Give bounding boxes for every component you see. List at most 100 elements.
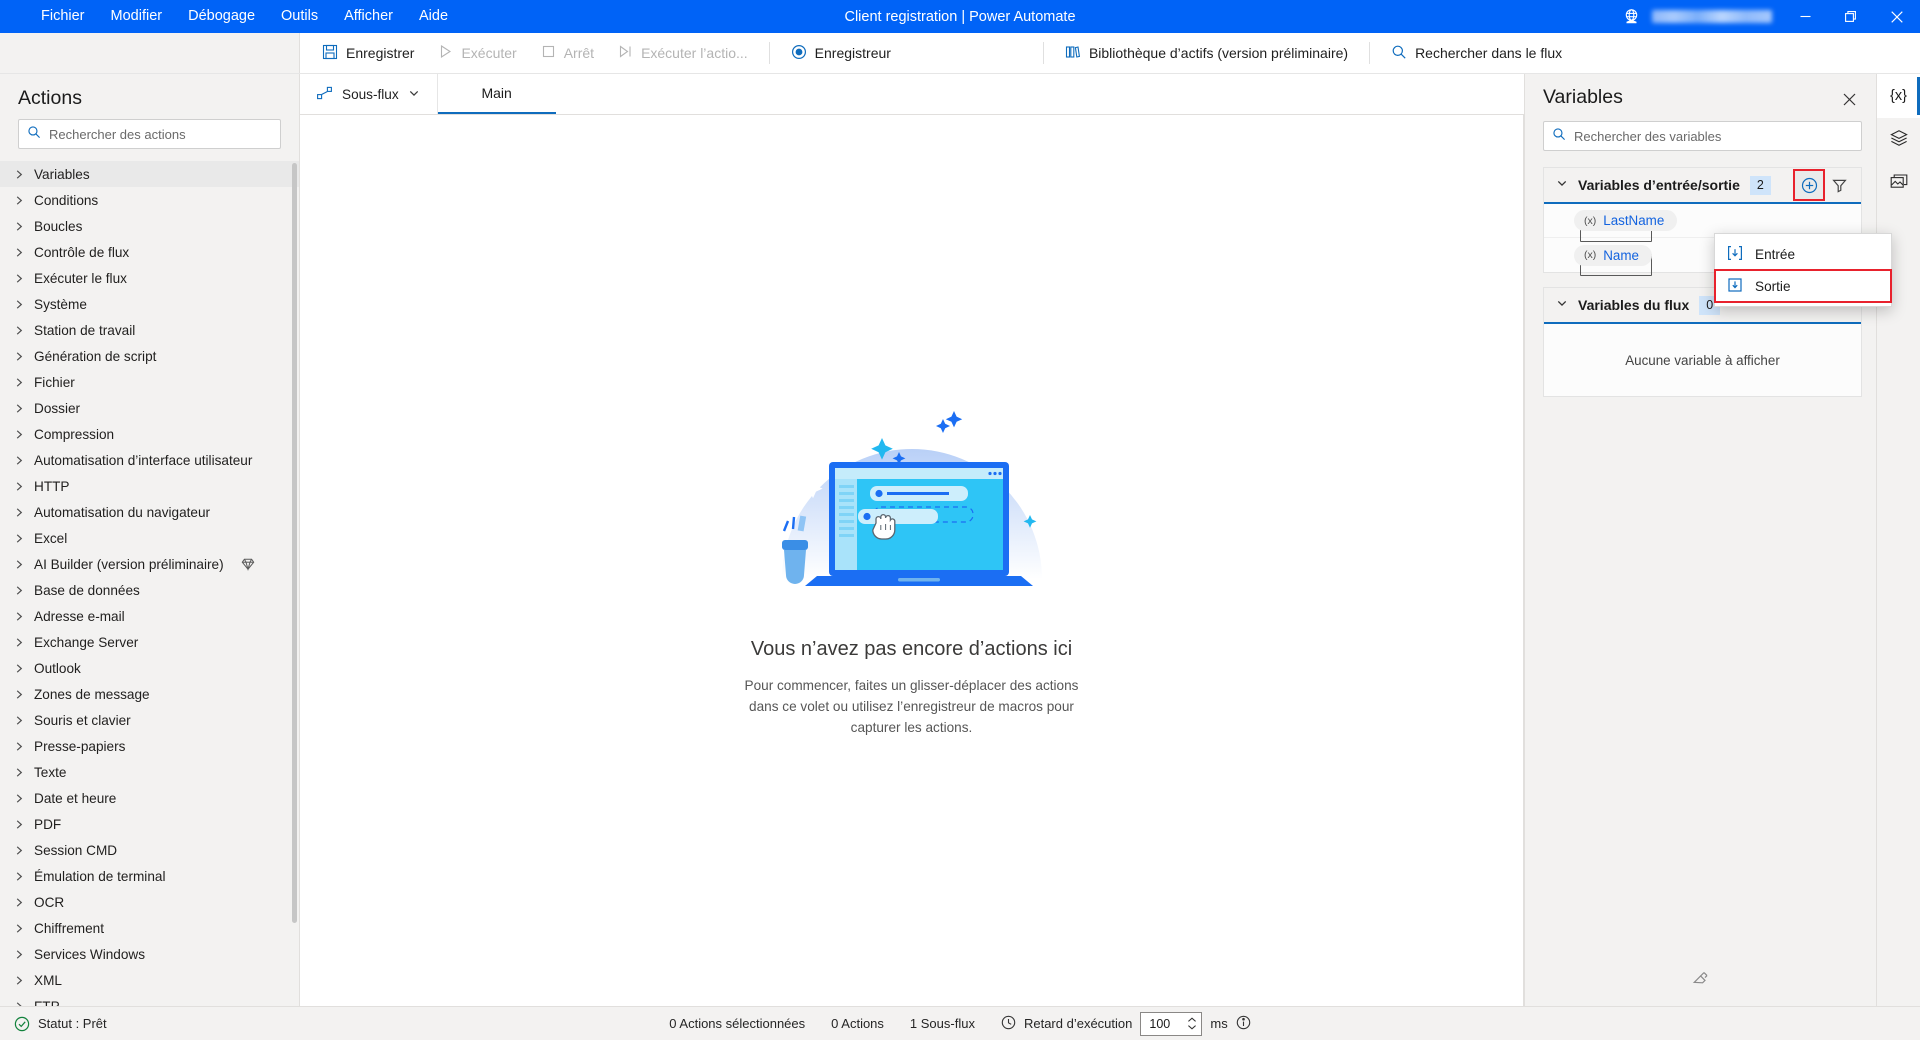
chevron-right-icon[interactable] (15, 585, 24, 596)
actions-scrollbar[interactable] (292, 163, 297, 923)
chevron-right-icon[interactable] (15, 273, 24, 284)
rail-button-images[interactable] (1877, 162, 1920, 206)
sidebar-item-g-n-ration-de-script[interactable]: Génération de script (0, 343, 299, 369)
chevron-right-icon[interactable] (15, 871, 24, 882)
chevron-right-icon[interactable] (15, 923, 24, 934)
sidebar-item-boucles[interactable]: Boucles (0, 213, 299, 239)
sidebar-item-souris-et-clavier[interactable]: Souris et clavier (0, 707, 299, 733)
close-icon[interactable] (1836, 86, 1862, 112)
chevron-right-icon[interactable] (15, 429, 24, 440)
sidebar-item-compression[interactable]: Compression (0, 421, 299, 447)
io-variables-group-header[interactable]: Variables d’entrée/sortie 2 (1544, 168, 1861, 204)
sidebar-item-outlook[interactable]: Outlook (0, 655, 299, 681)
chevron-right-icon[interactable] (15, 819, 24, 830)
chevron-right-icon[interactable] (15, 377, 24, 388)
sidebar-item-ex-cuter-le-flux[interactable]: Exécuter le flux (0, 265, 299, 291)
chevron-right-icon[interactable] (15, 221, 24, 232)
sidebar-item-contr-le-de-flux[interactable]: Contrôle de flux (0, 239, 299, 265)
sidebar-item-conditions[interactable]: Conditions (0, 187, 299, 213)
chevron-right-icon[interactable] (15, 611, 24, 622)
sidebar-item-variables[interactable]: Variables (0, 161, 299, 187)
sidebar-item-adresse-e-mail[interactable]: Adresse e-mail (0, 603, 299, 629)
chevron-right-icon[interactable] (15, 793, 24, 804)
subflow-dropdown[interactable]: Sous-flux (300, 74, 438, 114)
menu-item-aide[interactable]: Aide (406, 4, 461, 29)
stepper-arrows[interactable] (1187, 1017, 1197, 1030)
sidebar-item-chiffrement[interactable]: Chiffrement (0, 915, 299, 941)
chevron-right-icon[interactable] (15, 533, 24, 544)
rail-button-variables[interactable]: {x} (1877, 74, 1920, 118)
chevron-right-icon[interactable] (15, 715, 24, 726)
variables-search-input[interactable]: Rechercher des variables (1543, 121, 1862, 151)
chevron-right-icon[interactable] (15, 689, 24, 700)
actions-search-input[interactable]: Rechercher des actions (18, 119, 281, 149)
eraser-icon[interactable] (1692, 970, 1709, 992)
execution-delay-input[interactable] (1149, 1016, 1184, 1031)
menu-item-modifier[interactable]: Modifier (98, 4, 176, 29)
chevron-right-icon[interactable] (15, 195, 24, 206)
close-button[interactable] (1874, 0, 1920, 33)
sidebar-item-session-cmd[interactable]: Session CMD (0, 837, 299, 863)
filter-variables-button[interactable] (1825, 171, 1853, 199)
chevron-right-icon[interactable] (15, 481, 24, 492)
sidebar-item-syst-me[interactable]: Système (0, 291, 299, 317)
sidebar-item-zones-de-message[interactable]: Zones de message (0, 681, 299, 707)
sidebar-item-dossier[interactable]: Dossier (0, 395, 299, 421)
chevron-right-icon[interactable] (15, 897, 24, 908)
chevron-right-icon[interactable] (15, 325, 24, 336)
sidebar-item-excel[interactable]: Excel (0, 525, 299, 551)
chevron-down-icon[interactable] (1556, 176, 1568, 194)
save-button[interactable]: Enregistrer (311, 38, 425, 68)
chevron-right-icon[interactable] (15, 559, 24, 570)
chevron-right-icon[interactable] (15, 299, 24, 310)
restore-button[interactable] (1828, 0, 1874, 33)
sidebar-item-automatisation-du-navigateur[interactable]: Automatisation du navigateur (0, 499, 299, 525)
run-next-action-button[interactable]: Exécuter l’actio... (607, 38, 759, 68)
flow-canvas[interactable]: Vous n’avez pas encore d’actions ici Pou… (300, 115, 1524, 1006)
chevron-right-icon[interactable] (15, 507, 24, 518)
sidebar-item-automatisation-d-interface-utilisateur[interactable]: Automatisation d’interface utilisateur (0, 447, 299, 473)
asset-library-button[interactable]: Bibliothèque d’actifs (version prélimina… (1054, 38, 1359, 68)
chevron-right-icon[interactable] (15, 741, 24, 752)
minimize-button[interactable] (1782, 0, 1828, 33)
chevron-down-icon[interactable] (1556, 296, 1568, 314)
tab-main[interactable]: Main (437, 74, 556, 114)
sidebar-item-ftp[interactable]: FTP (0, 993, 299, 1006)
chevron-right-icon[interactable] (15, 949, 24, 960)
sidebar-item-mulation-de-terminal[interactable]: Émulation de terminal (0, 863, 299, 889)
sidebar-item-fichier[interactable]: Fichier (0, 369, 299, 395)
sidebar-item-ocr[interactable]: OCR (0, 889, 299, 915)
chevron-right-icon[interactable] (15, 767, 24, 778)
search-in-flow-button[interactable]: Rechercher dans le flux (1380, 38, 1573, 68)
add-variable-button[interactable] (1793, 169, 1825, 201)
sidebar-item-texte[interactable]: Texte (0, 759, 299, 785)
menu-item-input-variable[interactable]: Entrée (1715, 238, 1891, 270)
rail-button-ui-elements[interactable] (1877, 118, 1920, 162)
chevron-right-icon[interactable] (15, 663, 24, 674)
globe-icon[interactable] (1616, 8, 1646, 25)
sidebar-item-ai-builder-version-pr-liminaire[interactable]: AI Builder (version préliminaire) (0, 551, 299, 577)
chevron-right-icon[interactable] (15, 169, 24, 180)
chevron-right-icon[interactable] (15, 403, 24, 414)
chevron-right-icon[interactable] (15, 351, 24, 362)
sidebar-item-pdf[interactable]: PDF (0, 811, 299, 837)
menu-item-afficher[interactable]: Afficher (331, 4, 406, 29)
variable-pill[interactable]: (x) Name (1574, 244, 1652, 266)
menu-item-debogage[interactable]: Débogage (175, 4, 268, 29)
sidebar-item-http[interactable]: HTTP (0, 473, 299, 499)
run-button[interactable]: Exécuter (427, 38, 527, 68)
sidebar-item-services-windows[interactable]: Services Windows (0, 941, 299, 967)
sidebar-item-base-de-donn-es[interactable]: Base de données (0, 577, 299, 603)
variable-pill[interactable]: (x) LastName (1574, 210, 1678, 231)
account-name-blurred[interactable] (1652, 10, 1772, 23)
chevron-right-icon[interactable] (15, 975, 24, 986)
menu-item-outils[interactable]: Outils (268, 4, 331, 29)
sidebar-item-date-et-heure[interactable]: Date et heure (0, 785, 299, 811)
chevron-right-icon[interactable] (15, 247, 24, 258)
menu-item-fichier[interactable]: Fichier (28, 4, 98, 29)
stop-button[interactable]: Arrêt (530, 38, 605, 68)
sidebar-item-xml[interactable]: XML (0, 967, 299, 993)
chevron-right-icon[interactable] (15, 637, 24, 648)
sidebar-item-station-de-travail[interactable]: Station de travail (0, 317, 299, 343)
sidebar-item-exchange-server[interactable]: Exchange Server (0, 629, 299, 655)
